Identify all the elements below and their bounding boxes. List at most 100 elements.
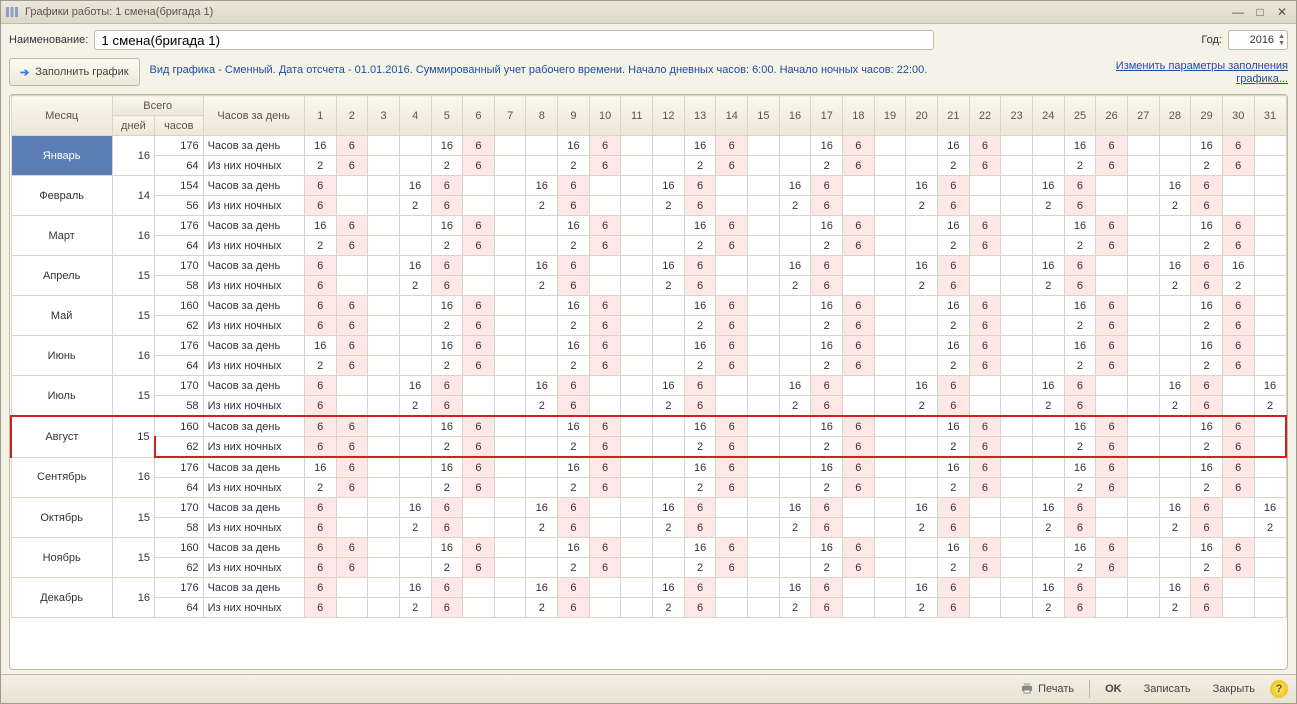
cell[interactable] bbox=[621, 216, 653, 236]
cell[interactable] bbox=[1001, 498, 1033, 518]
cell[interactable] bbox=[526, 478, 558, 498]
cell[interactable] bbox=[969, 376, 1001, 396]
cell[interactable]: 6 bbox=[1191, 498, 1223, 518]
cell[interactable] bbox=[1254, 296, 1286, 316]
cell[interactable]: 6 bbox=[969, 356, 1001, 376]
cell[interactable]: 2 bbox=[906, 598, 938, 618]
cell[interactable]: 6 bbox=[589, 216, 621, 236]
cell[interactable]: 6 bbox=[1096, 356, 1128, 376]
cell[interactable] bbox=[399, 416, 431, 437]
cell[interactable] bbox=[1254, 538, 1286, 558]
col-day-2[interactable]: 2 bbox=[336, 96, 368, 136]
cell[interactable]: 6 bbox=[336, 558, 368, 578]
cell[interactable]: 6 bbox=[684, 518, 716, 538]
cell[interactable] bbox=[1127, 396, 1159, 417]
cell[interactable] bbox=[1254, 437, 1286, 458]
cell[interactable]: 6 bbox=[716, 316, 748, 336]
cell[interactable] bbox=[589, 276, 621, 296]
cell[interactable]: 2 bbox=[431, 236, 463, 256]
cell[interactable] bbox=[1127, 276, 1159, 296]
cell[interactable]: 16 bbox=[1064, 136, 1096, 156]
cell[interactable] bbox=[779, 457, 811, 478]
cell[interactable]: 6 bbox=[304, 518, 336, 538]
cell[interactable]: 6 bbox=[431, 376, 463, 396]
cell[interactable]: 6 bbox=[684, 598, 716, 618]
cell[interactable] bbox=[463, 276, 495, 296]
cell[interactable] bbox=[1127, 176, 1159, 196]
cell[interactable] bbox=[621, 416, 653, 437]
cell[interactable] bbox=[1127, 196, 1159, 216]
cell[interactable] bbox=[779, 156, 811, 176]
cell[interactable] bbox=[1096, 376, 1128, 396]
cell[interactable]: 2 bbox=[811, 478, 843, 498]
cell[interactable] bbox=[874, 498, 906, 518]
cell[interactable]: 2 bbox=[1191, 437, 1223, 458]
cell[interactable]: 6 bbox=[1096, 316, 1128, 336]
cell[interactable]: 6 bbox=[431, 518, 463, 538]
cell[interactable] bbox=[1222, 578, 1254, 598]
cell[interactable]: 6 bbox=[716, 236, 748, 256]
cell[interactable] bbox=[463, 396, 495, 417]
cell[interactable]: 6 bbox=[1222, 136, 1254, 156]
cell[interactable]: 6 bbox=[431, 256, 463, 276]
col-day-3[interactable]: 3 bbox=[368, 96, 400, 136]
cell[interactable] bbox=[1254, 578, 1286, 598]
cell[interactable] bbox=[526, 416, 558, 437]
cell[interactable] bbox=[748, 538, 780, 558]
cell[interactable]: 2 bbox=[1159, 518, 1191, 538]
cell[interactable] bbox=[368, 558, 400, 578]
cell[interactable]: 6 bbox=[843, 336, 875, 356]
cell[interactable]: 16 bbox=[906, 578, 938, 598]
cell[interactable] bbox=[368, 416, 400, 437]
cell[interactable] bbox=[653, 296, 685, 316]
cell[interactable]: 2 bbox=[653, 276, 685, 296]
cell[interactable] bbox=[1254, 176, 1286, 196]
cell[interactable]: 2 bbox=[558, 156, 590, 176]
cell[interactable]: 6 bbox=[589, 416, 621, 437]
cell[interactable]: 16 bbox=[558, 457, 590, 478]
cell[interactable]: 16 bbox=[653, 176, 685, 196]
cell[interactable]: 2 bbox=[811, 156, 843, 176]
cell[interactable]: 2 bbox=[431, 356, 463, 376]
cell[interactable]: 2 bbox=[1191, 356, 1223, 376]
cell[interactable]: 2 bbox=[1159, 396, 1191, 417]
cell[interactable]: 16 bbox=[526, 176, 558, 196]
cell[interactable]: 16 bbox=[1032, 498, 1064, 518]
cell[interactable]: 6 bbox=[684, 196, 716, 216]
cell[interactable]: 6 bbox=[843, 558, 875, 578]
cell[interactable] bbox=[1222, 396, 1254, 417]
cell[interactable]: 16 bbox=[1064, 416, 1096, 437]
cell[interactable]: 6 bbox=[1096, 156, 1128, 176]
cell[interactable]: 6 bbox=[811, 578, 843, 598]
change-fill-params-link[interactable]: Изменить параметры заполнения графика... bbox=[1068, 58, 1288, 86]
cell[interactable] bbox=[874, 396, 906, 417]
cell[interactable] bbox=[1032, 356, 1064, 376]
year-spinner[interactable]: 2016 ▲▼ bbox=[1228, 30, 1288, 50]
cell[interactable]: 6 bbox=[463, 136, 495, 156]
cell[interactable] bbox=[368, 578, 400, 598]
maximize-button[interactable]: □ bbox=[1250, 4, 1270, 20]
cell[interactable] bbox=[399, 457, 431, 478]
cell[interactable] bbox=[874, 376, 906, 396]
cell[interactable] bbox=[1127, 598, 1159, 618]
cell[interactable]: 2 bbox=[1064, 437, 1096, 458]
cell[interactable]: 6 bbox=[938, 518, 970, 538]
cell[interactable]: 16 bbox=[304, 336, 336, 356]
cell[interactable] bbox=[494, 498, 526, 518]
cell[interactable]: 16 bbox=[779, 176, 811, 196]
col-day-29[interactable]: 29 bbox=[1191, 96, 1223, 136]
cell[interactable] bbox=[969, 276, 1001, 296]
cell[interactable] bbox=[1159, 457, 1191, 478]
cell[interactable]: 6 bbox=[463, 457, 495, 478]
cell[interactable]: 6 bbox=[938, 256, 970, 276]
col-month[interactable]: Месяц bbox=[11, 96, 112, 136]
cell[interactable] bbox=[621, 316, 653, 336]
cell[interactable] bbox=[748, 457, 780, 478]
cell[interactable] bbox=[779, 336, 811, 356]
cell[interactable]: 2 bbox=[1032, 276, 1064, 296]
cell[interactable] bbox=[653, 538, 685, 558]
cell[interactable] bbox=[463, 498, 495, 518]
cell[interactable] bbox=[1001, 156, 1033, 176]
cell[interactable] bbox=[843, 376, 875, 396]
col-day-31[interactable]: 31 bbox=[1254, 96, 1286, 136]
